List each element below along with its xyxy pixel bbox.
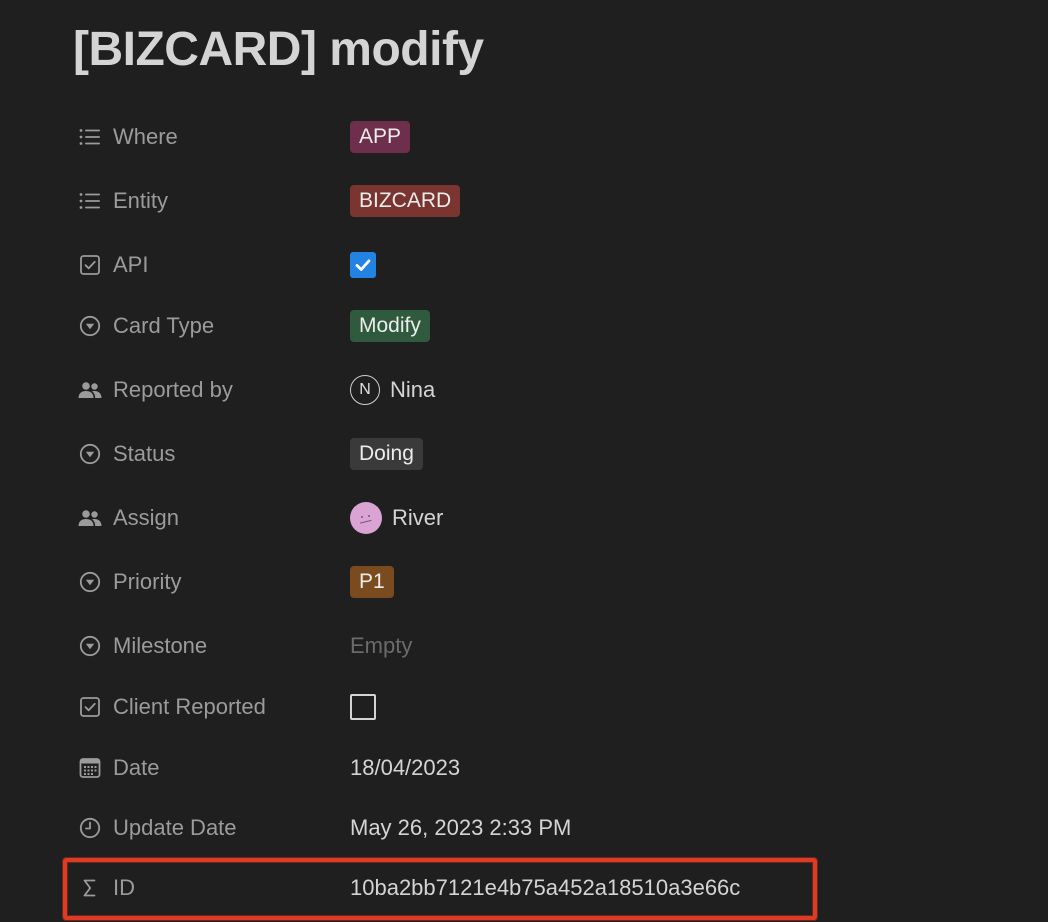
property-value-date[interactable]: 18/04/2023 [350, 755, 460, 781]
property-label-milestone[interactable]: Milestone [78, 633, 350, 659]
property-label-update-date[interactable]: Update Date [78, 815, 350, 841]
clock-icon [78, 816, 102, 840]
entity-tag[interactable]: BIZCARD [350, 185, 461, 217]
sigma-icon [78, 876, 102, 900]
client-reported-checkbox[interactable] [350, 694, 376, 720]
status-tag[interactable]: Doing [350, 438, 423, 470]
people-icon [78, 378, 102, 402]
id-value: 10ba2bb7121e4b75a452a18510a3e66c [350, 875, 741, 900]
property-name: Card Type [113, 313, 215, 338]
face-icon [359, 515, 372, 524]
update-date-value: May 26, 2023 2:33 PM [350, 815, 572, 840]
property-label-where[interactable]: Where [78, 124, 350, 150]
property-value-priority[interactable]: P1 [350, 566, 394, 598]
property-label-client-reported[interactable]: Client Reported [78, 694, 350, 720]
property-label-card-type[interactable]: Card Type [78, 313, 350, 339]
property-name: Reported by [113, 377, 233, 402]
property-name: API [113, 252, 149, 277]
calendar-icon [78, 756, 102, 780]
property-value-client-reported[interactable] [350, 694, 376, 720]
property-value-assign[interactable]: River [350, 502, 443, 534]
checkbox-icon [78, 253, 102, 277]
property-name: Milestone [113, 633, 208, 658]
property-label-date[interactable]: Date [78, 755, 350, 781]
property-row-card-type[interactable]: Card Type Modify [78, 306, 978, 346]
select-icon [78, 442, 102, 466]
person-name[interactable]: River [392, 505, 443, 531]
property-name: Where [113, 124, 178, 149]
property-row-client-reported[interactable]: Client Reported [78, 687, 978, 727]
property-row-date[interactable]: Date 18/04/2023 [78, 748, 978, 788]
property-row-milestone[interactable]: Milestone Empty [78, 626, 978, 666]
checkbox-icon [78, 695, 102, 719]
property-label-priority[interactable]: Priority [78, 569, 350, 595]
property-row-api[interactable]: API [78, 245, 978, 285]
avatar: N [350, 375, 380, 405]
property-value-card-type[interactable]: Modify [350, 310, 430, 342]
list-icon [78, 125, 102, 149]
property-value-id: 10ba2bb7121e4b75a452a18510a3e66c [350, 875, 740, 901]
property-value-api[interactable] [350, 252, 376, 278]
person-name[interactable]: Nina [390, 377, 435, 403]
select-icon [78, 314, 102, 338]
property-name: Client Reported [113, 694, 266, 719]
property-name: Status [113, 441, 176, 466]
property-value-milestone[interactable]: Empty [350, 633, 412, 659]
property-label-status[interactable]: Status [78, 441, 350, 467]
property-name: ID [113, 875, 135, 900]
property-label-api[interactable]: API [78, 252, 350, 278]
property-value-update-date: May 26, 2023 2:33 PM [350, 815, 571, 841]
property-row-assign[interactable]: Assign River [78, 498, 978, 538]
property-name: Date [113, 755, 160, 780]
property-label-entity[interactable]: Entity [78, 188, 350, 214]
property-row-priority[interactable]: Priority P1 [78, 562, 978, 602]
select-icon [78, 634, 102, 658]
where-tag[interactable]: APP [350, 121, 411, 153]
property-value-where[interactable]: APP [350, 121, 411, 153]
page-title[interactable]: [BIZCARD] modify [73, 22, 484, 78]
people-icon [78, 506, 102, 530]
property-name: Update Date [113, 815, 237, 840]
page: [BIZCARD] modify Where APP Entity BIZCAR… [0, 0, 1048, 922]
list-icon [78, 189, 102, 213]
date-value[interactable]: 18/04/2023 [350, 755, 460, 781]
avatar [350, 502, 382, 534]
property-value-reported-by[interactable]: N Nina [350, 375, 435, 405]
property-name: Priority [113, 569, 182, 594]
property-label-id[interactable]: ID [78, 875, 350, 901]
api-checkbox[interactable] [350, 252, 376, 278]
property-name: Entity [113, 188, 169, 213]
property-value-status[interactable]: Doing [350, 438, 423, 470]
select-icon [78, 570, 102, 594]
property-row-entity[interactable]: Entity BIZCARD [78, 181, 978, 221]
property-label-assign[interactable]: Assign [78, 505, 350, 531]
property-row-where[interactable]: Where APP [78, 117, 978, 157]
property-name: Assign [113, 505, 180, 530]
priority-tag[interactable]: P1 [350, 566, 394, 598]
property-row-reported-by[interactable]: Reported by N Nina [78, 370, 978, 410]
property-row-id[interactable]: ID 10ba2bb7121e4b75a452a18510a3e66c [78, 868, 978, 908]
checkmark-icon [355, 259, 371, 271]
property-value-entity[interactable]: BIZCARD [350, 185, 461, 217]
property-row-status[interactable]: Status Doing [78, 434, 978, 474]
empty-placeholder[interactable]: Empty [350, 633, 412, 659]
property-label-reported-by[interactable]: Reported by [78, 377, 350, 403]
property-row-update-date[interactable]: Update Date May 26, 2023 2:33 PM [78, 808, 978, 848]
card-type-tag[interactable]: Modify [350, 310, 430, 342]
